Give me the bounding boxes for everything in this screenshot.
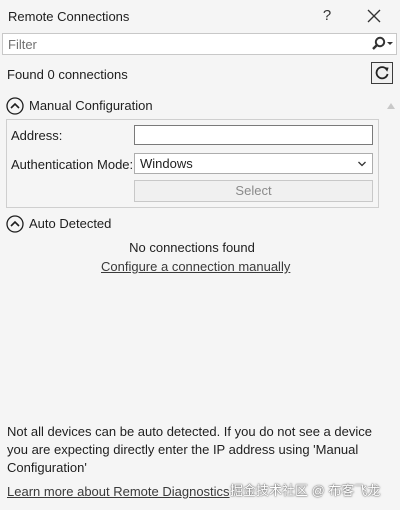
close-icon <box>367 9 381 23</box>
refresh-button[interactable] <box>371 62 393 84</box>
watermark: 掘金技术社区 @ 布客飞龙 <box>230 483 381 498</box>
address-input[interactable] <box>134 125 373 145</box>
chevron-up-circle-icon <box>6 215 24 233</box>
scroll-up-icon <box>387 103 395 109</box>
no-connections-message: No connections found <box>129 240 255 255</box>
authentication-mode-value: Windows <box>140 156 193 171</box>
learn-more-link[interactable]: Learn more about Remote Diagnostics <box>7 484 230 499</box>
refresh-icon <box>375 66 389 80</box>
title-bar: Remote Connections ? <box>0 0 400 32</box>
address-label: Address: <box>11 128 63 143</box>
search-button[interactable] <box>367 35 395 53</box>
manual-configuration-header[interactable]: Manual Configuration <box>6 96 166 116</box>
configure-manually-link[interactable]: Configure a connection manually <box>101 259 290 274</box>
close-button[interactable] <box>364 6 384 26</box>
window-title: Remote Connections <box>8 9 130 24</box>
manual-configuration-panel: Address: Authentication Mode: Windows Se… <box>6 119 379 208</box>
filter-input[interactable] <box>3 34 358 54</box>
authentication-mode-select[interactable]: Windows <box>134 153 373 174</box>
chevron-up-circle-icon <box>6 97 24 115</box>
search-icon <box>372 36 393 50</box>
select-button[interactable]: Select <box>134 180 373 202</box>
auto-detected-label: Auto Detected <box>29 216 112 231</box>
help-button[interactable]: ? <box>318 5 336 27</box>
scroll-up-button[interactable] <box>387 97 395 109</box>
auto-detected-header[interactable]: Auto Detected <box>6 214 126 234</box>
authentication-mode-label: Authentication Mode: <box>11 157 134 172</box>
filter-box <box>2 33 397 55</box>
manual-configuration-label: Manual Configuration <box>29 98 153 113</box>
chevron-down-icon <box>358 161 366 167</box>
auto-detect-note: Not all devices can be auto detected. If… <box>7 424 372 475</box>
connections-count: Found 0 connections <box>7 67 128 82</box>
